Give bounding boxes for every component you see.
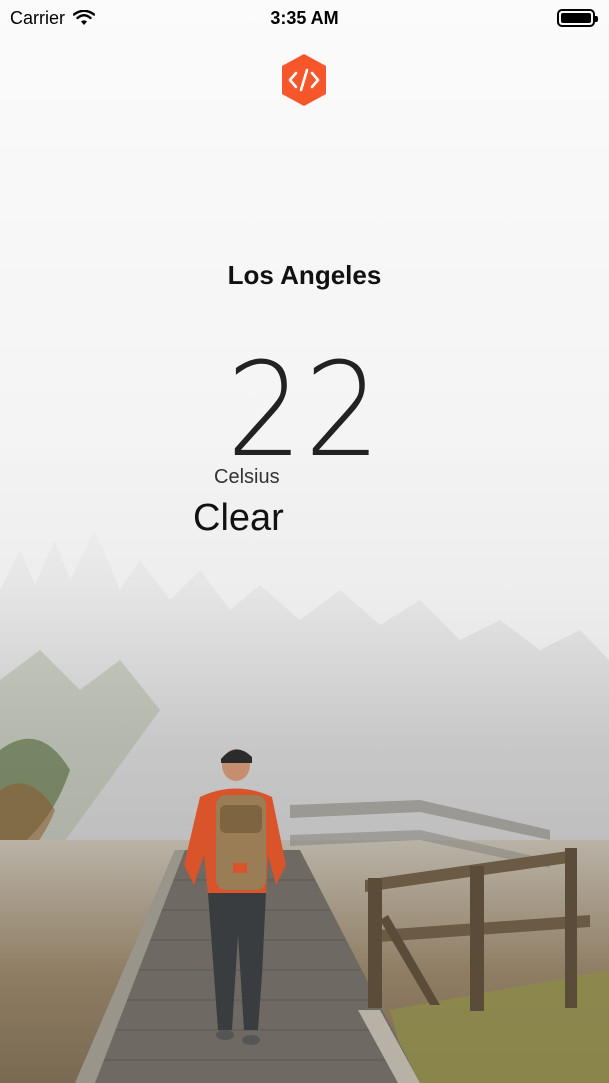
city-name: Los Angeles xyxy=(227,260,382,290)
battery-full-icon xyxy=(557,9,598,27)
temperature-value: 22 xyxy=(226,334,383,486)
temperature-unit: Celsius xyxy=(214,466,280,488)
wifi-icon xyxy=(73,10,96,25)
carrier-label: Carrier xyxy=(10,7,66,28)
code-brackets-hexagon-icon xyxy=(282,54,326,106)
boardwalk xyxy=(75,800,609,1083)
background-photo xyxy=(0,0,609,1083)
weather-condition: Clear xyxy=(193,497,284,539)
battery-level-fill xyxy=(561,13,591,23)
status-left: Carrier xyxy=(10,7,96,29)
status-bar: Carrier 3:35 AM xyxy=(0,0,609,36)
hiker xyxy=(184,749,286,1045)
